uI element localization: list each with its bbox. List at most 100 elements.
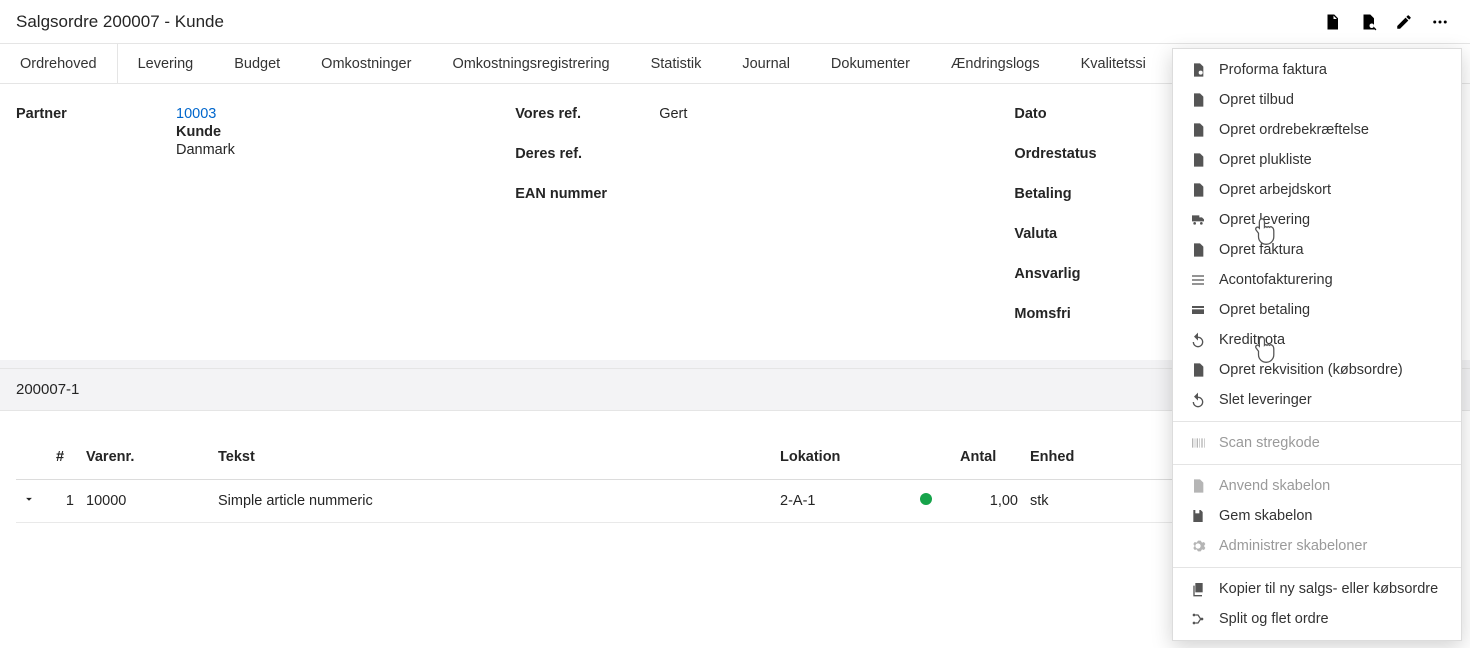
document-plus-icon: [1189, 151, 1207, 169]
row-itemno: 10000: [80, 480, 212, 523]
document-icon[interactable]: [1322, 12, 1342, 32]
col-num: #: [50, 441, 80, 480]
tab-levering[interactable]: Levering: [118, 44, 215, 83]
details-col-refs: Vores ref. Gert Deres ref. EAN nummer: [515, 102, 1014, 342]
stock-status-icon: [920, 493, 932, 505]
menu-split-flet[interactable]: Split og flet ordre: [1173, 604, 1461, 634]
col-itemno: Varenr.: [80, 441, 212, 480]
tab-aendringslogs[interactable]: Ændringslogs: [931, 44, 1061, 83]
menu-label: Opret betaling: [1219, 302, 1310, 318]
field-our-ref: Vores ref. Gert: [515, 102, 1014, 142]
document-search-icon[interactable]: [1358, 12, 1378, 32]
menu-label: Kopier til ny salgs- eller købsordre: [1219, 581, 1438, 597]
menu-label: Opret faktura: [1219, 242, 1304, 258]
status-label: Ordrestatus: [1014, 146, 1174, 162]
your-ref-label: Deres ref.: [515, 146, 659, 162]
col-text: Tekst: [212, 441, 774, 480]
tab-ordrehoved[interactable]: Ordrehoved: [0, 44, 118, 83]
page-title: Salgsordre 200007 - Kunde: [16, 12, 224, 32]
save-icon: [1189, 507, 1207, 525]
document-plus-icon: [1189, 121, 1207, 139]
row-unit: stk: [1024, 480, 1114, 523]
menu-administrer-skabeloner: Administrer skabeloner: [1173, 531, 1461, 561]
responsible-label: Ansvarlig: [1014, 266, 1174, 282]
partner-name: Kunde: [176, 124, 235, 140]
field-ean: EAN nummer: [515, 182, 1014, 222]
menu-kreditnota[interactable]: Kreditnota: [1173, 325, 1461, 355]
menu-label: Opret plukliste: [1219, 152, 1312, 168]
menu-proforma[interactable]: Proforma faktura: [1173, 55, 1461, 85]
split-merge-icon: [1189, 610, 1207, 628]
menu-kopier-til[interactable]: Kopier til ny salgs- eller købsordre: [1173, 574, 1461, 604]
copy-icon: [1189, 580, 1207, 598]
col-stock: [914, 441, 954, 480]
currency-label: Valuta: [1014, 226, 1174, 242]
row-location: 2-A-1: [774, 480, 914, 523]
undo-icon: [1189, 391, 1207, 409]
more-icon[interactable]: [1430, 12, 1450, 32]
row-num: 1: [50, 480, 80, 523]
menu-label: Opret arbejdskort: [1219, 182, 1331, 198]
tab-journal[interactable]: Journal: [722, 44, 811, 83]
tab-omkostningsregistrering[interactable]: Omkostningsregistrering: [432, 44, 630, 83]
col-location: Lokation: [774, 441, 914, 480]
row-qty: 1,00: [954, 480, 1024, 523]
document-plus-icon: [1189, 181, 1207, 199]
page-header: Salgsordre 200007 - Kunde: [0, 0, 1470, 44]
menu-gem-skabelon[interactable]: Gem skabelon: [1173, 501, 1461, 531]
menu-opret-plukliste[interactable]: Opret plukliste: [1173, 145, 1461, 175]
menu-label: Acontofakturering: [1219, 272, 1333, 288]
document-plus-icon: [1189, 361, 1207, 379]
document-search-icon: [1189, 61, 1207, 79]
menu-label: Opret tilbud: [1219, 92, 1294, 108]
menu-label: Opret levering: [1219, 212, 1310, 228]
our-ref-label: Vores ref.: [515, 106, 659, 122]
undo-icon: [1189, 331, 1207, 349]
field-partner: Partner 10003 Kunde Danmark: [16, 102, 515, 158]
truck-icon: [1189, 211, 1207, 229]
menu-label: Kreditnota: [1219, 332, 1285, 348]
menu-label: Scan stregkode: [1219, 435, 1320, 451]
partner-country: Danmark: [176, 142, 235, 158]
tab-kvalitetssi[interactable]: Kvalitetssi: [1061, 44, 1167, 83]
menu-separator: [1173, 464, 1461, 465]
menu-label: Slet leveringer: [1219, 392, 1312, 408]
menu-opret-levering[interactable]: Opret levering: [1173, 205, 1461, 235]
field-your-ref: Deres ref.: [515, 142, 1014, 182]
gear-icon: [1189, 537, 1207, 555]
document-icon: [1189, 241, 1207, 259]
menu-label: Administrer skabeloner: [1219, 538, 1367, 554]
menu-aconto[interactable]: Acontofakturering: [1173, 265, 1461, 295]
menu-opret-arbejdskort[interactable]: Opret arbejdskort: [1173, 175, 1461, 205]
edit-icon[interactable]: [1394, 12, 1414, 32]
tab-statistik[interactable]: Statistik: [631, 44, 723, 83]
barcode-icon: [1189, 434, 1207, 452]
tab-omkostninger[interactable]: Omkostninger: [301, 44, 432, 83]
menu-label: Gem skabelon: [1219, 508, 1313, 524]
credit-card-icon: [1189, 301, 1207, 319]
our-ref-value: Gert: [659, 106, 687, 122]
partner-link[interactable]: 10003: [176, 106, 235, 122]
menu-label: Split og flet ordre: [1219, 611, 1329, 627]
menu-anvend-skabelon: Anvend skabelon: [1173, 471, 1461, 501]
menu-opret-betaling[interactable]: Opret betaling: [1173, 295, 1461, 325]
template-apply-icon: [1189, 477, 1207, 495]
menu-opret-rekvisition[interactable]: Opret rekvisition (købsordre): [1173, 355, 1461, 385]
tab-dokumenter[interactable]: Dokumenter: [811, 44, 931, 83]
menu-opret-tilbud[interactable]: Opret tilbud: [1173, 85, 1461, 115]
details-col-partner: Partner 10003 Kunde Danmark: [16, 102, 515, 342]
header-actions: [1322, 12, 1450, 32]
menu-label: Opret rekvisition (købsordre): [1219, 362, 1403, 378]
row-text: Simple article nummeric: [212, 480, 774, 523]
menu-opret-faktura[interactable]: Opret faktura: [1173, 235, 1461, 265]
tab-budget[interactable]: Budget: [214, 44, 301, 83]
menu-slet-leveringer[interactable]: Slet leveringer: [1173, 385, 1461, 415]
menu-separator: [1173, 567, 1461, 568]
col-qty: Antal: [954, 441, 1024, 480]
menu-opret-ordrebekraeftelse[interactable]: Opret ordrebekræftelse: [1173, 115, 1461, 145]
payment-label: Betaling: [1014, 186, 1174, 202]
chevron-down-icon[interactable]: [22, 492, 34, 504]
menu-separator: [1173, 421, 1461, 422]
date-label: Dato: [1014, 106, 1174, 122]
menu-scan-stregkode: Scan stregkode: [1173, 428, 1461, 458]
